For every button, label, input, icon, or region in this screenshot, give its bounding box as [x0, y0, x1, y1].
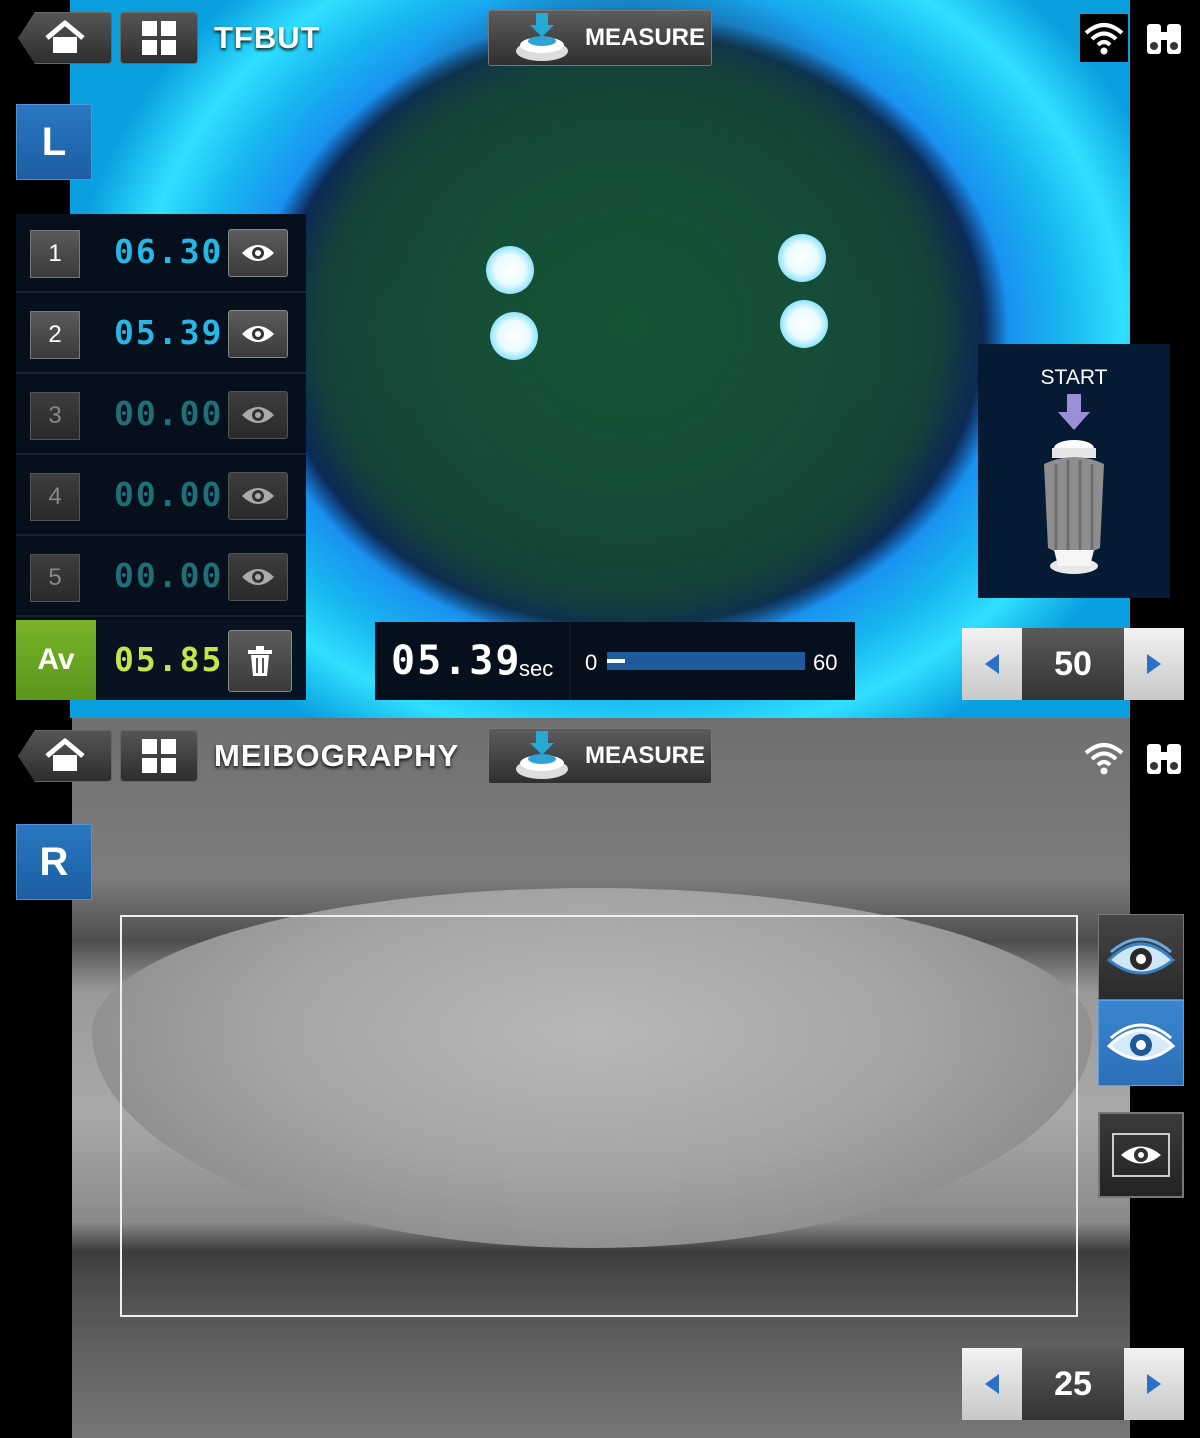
view-result-button[interactable] — [228, 472, 288, 520]
eye-icon — [1106, 937, 1176, 975]
timer-value: 05.39 — [391, 638, 522, 684]
average-row: Av 05.85 — [16, 620, 306, 700]
eye-icon — [242, 488, 274, 504]
result-value: 00.00 — [114, 556, 224, 595]
decrement-button[interactable] — [962, 1348, 1022, 1420]
arrow-left-icon — [985, 654, 999, 674]
grid-icon — [142, 21, 176, 55]
result-index: 2 — [30, 311, 80, 359]
light-reflex — [778, 234, 826, 282]
page-title: MEIBOGRAPHY — [214, 738, 460, 773]
grid-icon — [142, 739, 176, 773]
wifi-icon — [1084, 743, 1124, 775]
home-button[interactable] — [18, 730, 112, 782]
eye-icon — [242, 326, 274, 342]
light-reflex — [490, 312, 538, 360]
result-row-5: 5 00.00 — [16, 538, 306, 617]
eye-side-badge: R — [16, 824, 92, 900]
arrow-right-icon — [1147, 654, 1161, 674]
home-icon — [45, 20, 85, 53]
arrow-right-icon — [1147, 1374, 1161, 1394]
result-row-2: 2 05.39 — [16, 295, 306, 374]
timer-unit: sec — [519, 656, 554, 681]
view-result-button[interactable] — [228, 391, 288, 439]
wifi-status — [1080, 14, 1128, 62]
eye-icon — [1106, 1023, 1176, 1061]
speed-stepper: 50 — [962, 628, 1184, 700]
result-index: 4 — [30, 473, 80, 521]
wifi-icon — [1084, 23, 1124, 55]
tfbut-panel: TFBUT MEASURE L 1 06.30 2 05.39 3 00.00 … — [0, 0, 1200, 718]
menu-grid-button[interactable] — [120, 730, 198, 782]
view-mode-button-3[interactable] — [1098, 1112, 1184, 1198]
eye-icon — [242, 407, 274, 423]
binocular-icon — [1147, 744, 1181, 774]
increment-button[interactable] — [1124, 1348, 1184, 1420]
meibography-panel: MEIBOGRAPHY MEASURE R 25 — [0, 718, 1200, 1438]
average-badge: Av — [16, 620, 96, 700]
measure-label: MEASURE — [585, 742, 706, 769]
applicator-icon — [1044, 440, 1104, 574]
analysis-region-box[interactable] — [120, 915, 1078, 1317]
arrow-left-icon — [985, 1374, 999, 1394]
start-panel[interactable]: START — [978, 344, 1170, 598]
home-button[interactable] — [18, 12, 112, 64]
view-result-button[interactable] — [228, 229, 288, 277]
trash-icon — [248, 646, 272, 676]
measure-icon — [516, 731, 568, 779]
view-mode-button-2[interactable] — [1098, 1000, 1184, 1086]
timer-progress-track — [607, 652, 805, 670]
measure-icon — [516, 13, 568, 61]
results-table: 1 06.30 2 05.39 3 00.00 4 00.00 5 00.00 … — [16, 214, 306, 700]
timer-min-label: 0 — [585, 650, 598, 675]
page-title: TFBUT — [214, 20, 321, 55]
timer-divider — [569, 622, 571, 700]
measure-label: MEASURE — [585, 24, 706, 51]
light-reflex — [780, 300, 828, 348]
start-label: START — [1040, 366, 1108, 389]
menu-grid-button[interactable] — [120, 12, 198, 64]
measure-button[interactable]: MEASURE — [488, 10, 712, 66]
result-value: 05.39 — [114, 313, 224, 352]
brightness-stepper: 25 — [962, 1348, 1184, 1420]
eye-icon — [242, 245, 274, 261]
view-mode-button-1[interactable] — [1098, 914, 1184, 1000]
timer-progress-fill — [607, 659, 625, 663]
eye-side-badge: L — [16, 104, 92, 180]
eye-icon — [242, 569, 274, 585]
result-index: 1 — [30, 230, 80, 278]
measure-button[interactable]: MEASURE — [488, 728, 712, 784]
view-mode-frame — [1112, 1133, 1170, 1177]
eye-icon — [1121, 1146, 1161, 1164]
breakup-timer: 05.39 sec 0 60 — [375, 622, 855, 700]
stepper-value: 50 — [1022, 628, 1124, 700]
arrow-down-icon — [1058, 394, 1090, 430]
increment-button[interactable] — [1124, 628, 1184, 700]
result-row-3: 3 00.00 — [16, 376, 306, 455]
binocular-icon — [1147, 24, 1181, 54]
light-reflex — [486, 246, 534, 294]
wifi-status — [1080, 734, 1128, 782]
result-value: 00.00 — [114, 394, 224, 433]
result-row-4: 4 00.00 — [16, 457, 306, 536]
view-result-button[interactable] — [228, 310, 288, 358]
home-icon — [45, 738, 85, 771]
result-value: 00.00 — [114, 475, 224, 514]
decrement-button[interactable] — [962, 628, 1022, 700]
result-index: 5 — [30, 554, 80, 602]
result-value: 06.30 — [114, 232, 224, 271]
average-value: 05.85 — [114, 640, 224, 679]
view-result-button[interactable] — [228, 553, 288, 601]
result-index: 3 — [30, 392, 80, 440]
result-row-1: 1 06.30 — [16, 214, 306, 293]
timer-max-label: 60 — [813, 650, 838, 675]
delete-button[interactable] — [228, 630, 292, 692]
stepper-value: 25 — [1022, 1348, 1124, 1420]
